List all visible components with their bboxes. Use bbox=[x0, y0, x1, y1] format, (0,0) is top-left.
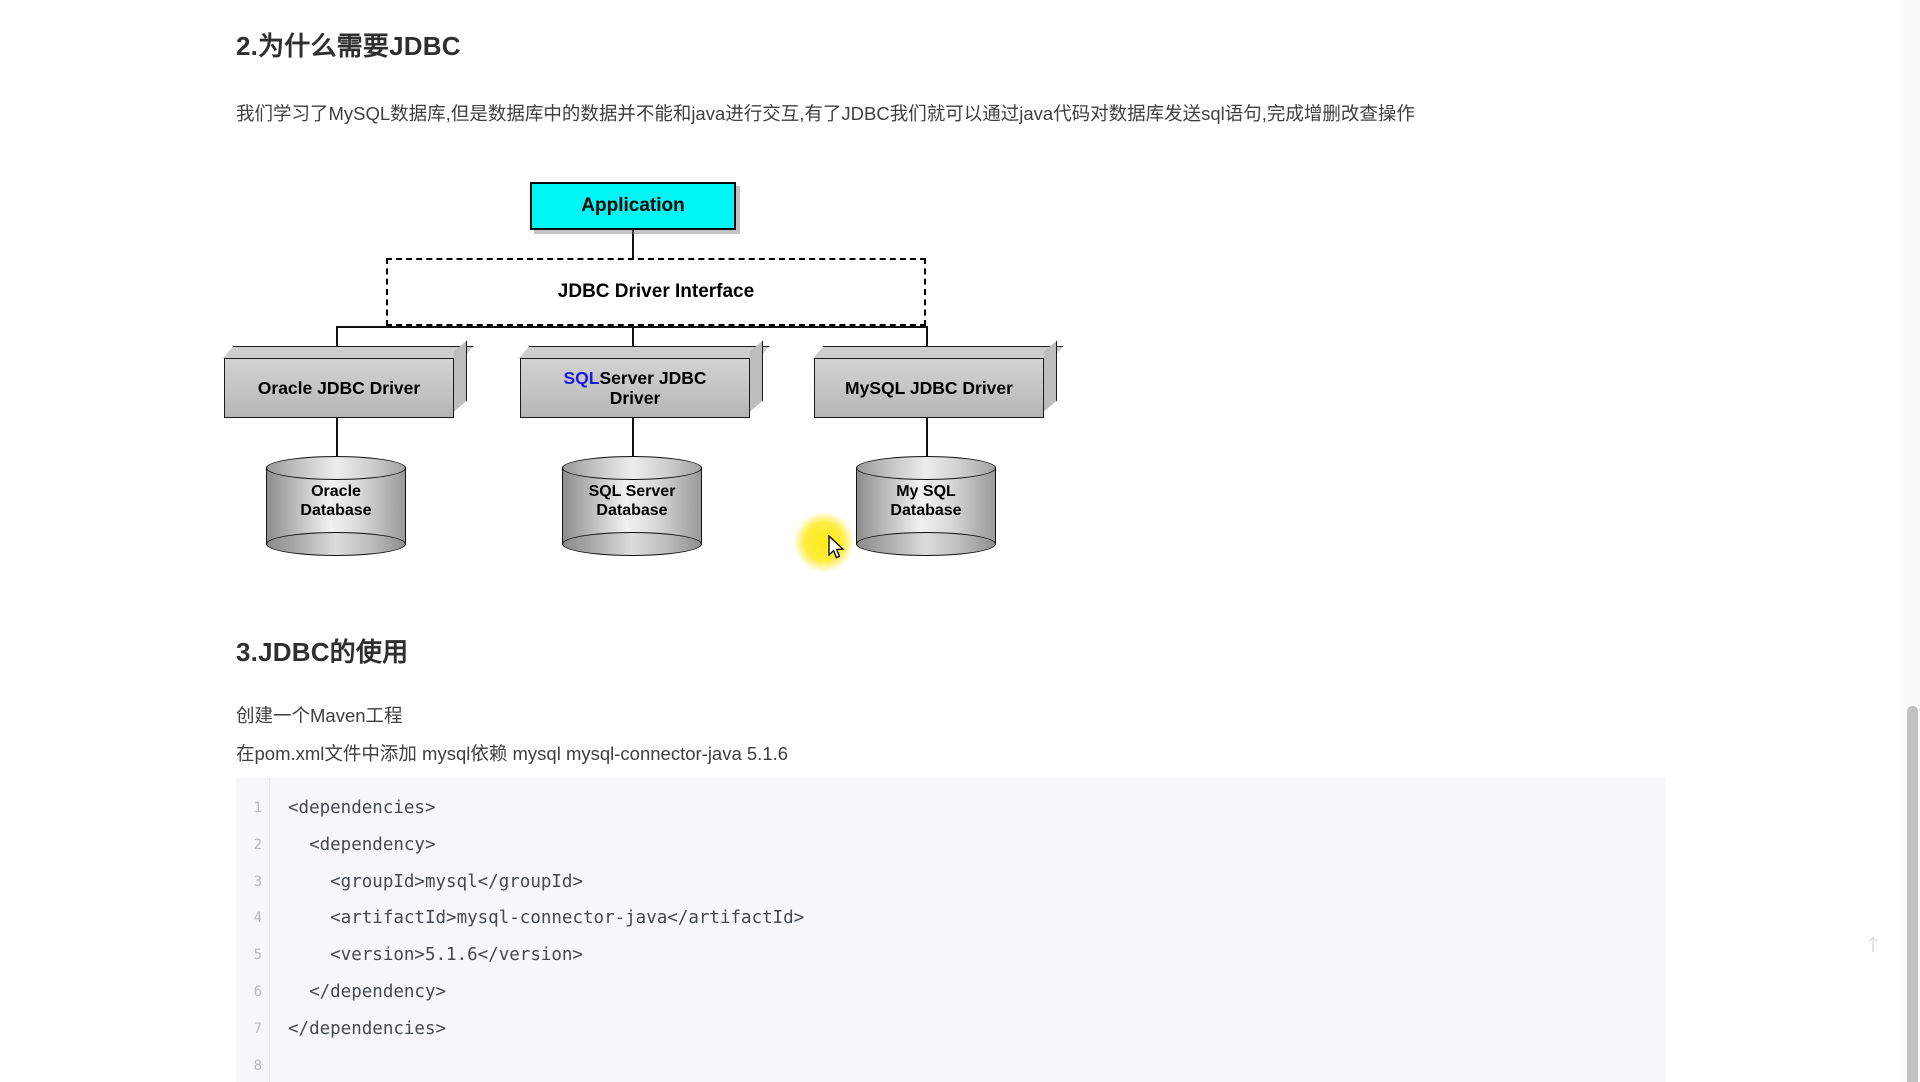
mysql-database-bottom bbox=[856, 532, 996, 556]
sqlserver-jdbc-driver-label-rest: Server JDBC bbox=[599, 367, 707, 388]
connector-interface-bus-right bbox=[632, 326, 928, 328]
code-line: <dependency> bbox=[288, 834, 436, 855]
jdbc-architecture-diagram: Application JDBC Driver Interface Oracle… bbox=[222, 160, 1064, 580]
code-content[interactable]: <dependencies> <dependency> <groupId>mys… bbox=[270, 778, 1666, 1082]
sqlserver-database-label: SQL Server Database bbox=[562, 482, 702, 520]
sqlserver-jdbc-driver-label-selected: SQL bbox=[563, 367, 600, 388]
code-line-number: 3 bbox=[253, 873, 262, 890]
mouse-cursor-icon bbox=[828, 534, 846, 566]
code-line: <dependencies> bbox=[288, 798, 436, 818]
code-line: </dependency> bbox=[288, 981, 447, 1002]
code-line: <groupId>mysql</groupId> bbox=[288, 871, 584, 892]
mysql-jdbc-driver-box[interactable]: MySQL JDBC Driver bbox=[814, 358, 1044, 418]
jdbc-driver-interface-label: JDBC Driver Interface bbox=[557, 281, 755, 302]
sqlserver-jdbc-driver-label-line2: Driver bbox=[609, 388, 661, 408]
sqlserver-database-cylinder: SQL Server Database bbox=[562, 456, 702, 556]
intro-paragraph: 我们学习了MySQL数据库,但是数据库中的数据并不能和java进行交互,有了JD… bbox=[236, 103, 1415, 124]
sqlserver-jdbc-driver-box[interactable]: SQLServer JDBC Driver bbox=[520, 358, 750, 418]
code-line: <artifactId>mysql-connector-java</artifa… bbox=[288, 908, 805, 929]
code-line: </dependencies> bbox=[288, 1018, 447, 1039]
code-line-number: 4 bbox=[253, 910, 262, 927]
oracle-database-bottom bbox=[266, 532, 406, 556]
mysql-jdbc-driver-label: MySQL JDBC Driver bbox=[845, 377, 1013, 398]
page-title-section-2: 2.为什么需要JDBC bbox=[236, 31, 461, 61]
application-box-label: Application bbox=[581, 195, 685, 216]
mysql-driver-box-side bbox=[1044, 340, 1057, 412]
maven-instruction-text: 创建一个Maven工程 bbox=[236, 705, 403, 726]
mysql-database-label-line1: My SQL bbox=[896, 483, 956, 500]
mysql-database-cylinder: My SQL Database bbox=[856, 456, 996, 556]
mysql-database-label: My SQL Database bbox=[856, 482, 996, 520]
oracle-database-label-line2: Database bbox=[300, 502, 372, 520]
code-line-number-gutter: 1 2 3 4 5 6 7 8 bbox=[236, 778, 270, 1082]
code-line-number: 1 bbox=[253, 800, 262, 816]
vertical-scrollbar-track[interactable] bbox=[1903, 0, 1920, 1082]
oracle-database-cylinder: Oracle Database bbox=[266, 456, 406, 556]
back-to-top-button[interactable]: ↑ bbox=[1856, 928, 1890, 962]
sqlserver-driver-box-side bbox=[750, 340, 763, 412]
oracle-database-top bbox=[266, 456, 406, 480]
oracle-jdbc-driver-box[interactable]: Oracle JDBC Driver bbox=[224, 358, 454, 418]
sqlserver-database-label-line2: Database bbox=[596, 502, 668, 520]
oracle-driver-box-side bbox=[454, 340, 467, 412]
page-title-section-3: 3.JDBC的使用 bbox=[236, 637, 409, 667]
connector-drop-mysql bbox=[926, 326, 928, 348]
page-root: 2.为什么需要JDBC 我们学习了MySQL数据库,但是数据库中的数据并不能和j… bbox=[0, 0, 1920, 1082]
code-line-number: 8 bbox=[253, 1057, 262, 1074]
mysql-database-top bbox=[856, 456, 996, 480]
sqlserver-database-top bbox=[562, 456, 702, 480]
connector-drop-sqlserver bbox=[632, 326, 634, 348]
code-line: <version>5.1.6</version> bbox=[288, 945, 584, 966]
connector-app-to-interface bbox=[632, 230, 634, 258]
mysql-database-label-line2: Database bbox=[890, 502, 962, 520]
code-block[interactable]: 1 2 3 4 5 6 7 8 <dependencies> <dependen… bbox=[236, 778, 1666, 1082]
code-line-number: 7 bbox=[253, 1020, 262, 1037]
application-box: Application bbox=[530, 182, 736, 230]
oracle-database-label-line1: Oracle bbox=[311, 483, 361, 500]
sqlserver-database-label-line1: SQL Server bbox=[588, 483, 676, 500]
code-line-number: 6 bbox=[253, 983, 262, 1000]
oracle-database-label: Oracle Database bbox=[266, 482, 406, 520]
pom-dependency-text: 在pom.xml文件中添加 mysql依赖 mysql mysql-connec… bbox=[236, 743, 789, 764]
code-line-number: 5 bbox=[253, 947, 262, 964]
arrow-up-icon: ↑ bbox=[1864, 933, 1882, 957]
sqlserver-database-bottom bbox=[562, 532, 702, 556]
sqlserver-jdbc-driver-label: SQLServer JDBC Driver bbox=[564, 368, 707, 408]
vertical-scrollbar-thumb[interactable] bbox=[1907, 706, 1918, 1082]
jdbc-driver-interface-box: JDBC Driver Interface bbox=[386, 258, 926, 326]
connector-interface-bus-left bbox=[336, 326, 632, 328]
oracle-jdbc-driver-label: Oracle JDBC Driver bbox=[257, 377, 421, 398]
code-line-number: 2 bbox=[253, 836, 262, 853]
connector-drop-oracle bbox=[336, 326, 338, 348]
